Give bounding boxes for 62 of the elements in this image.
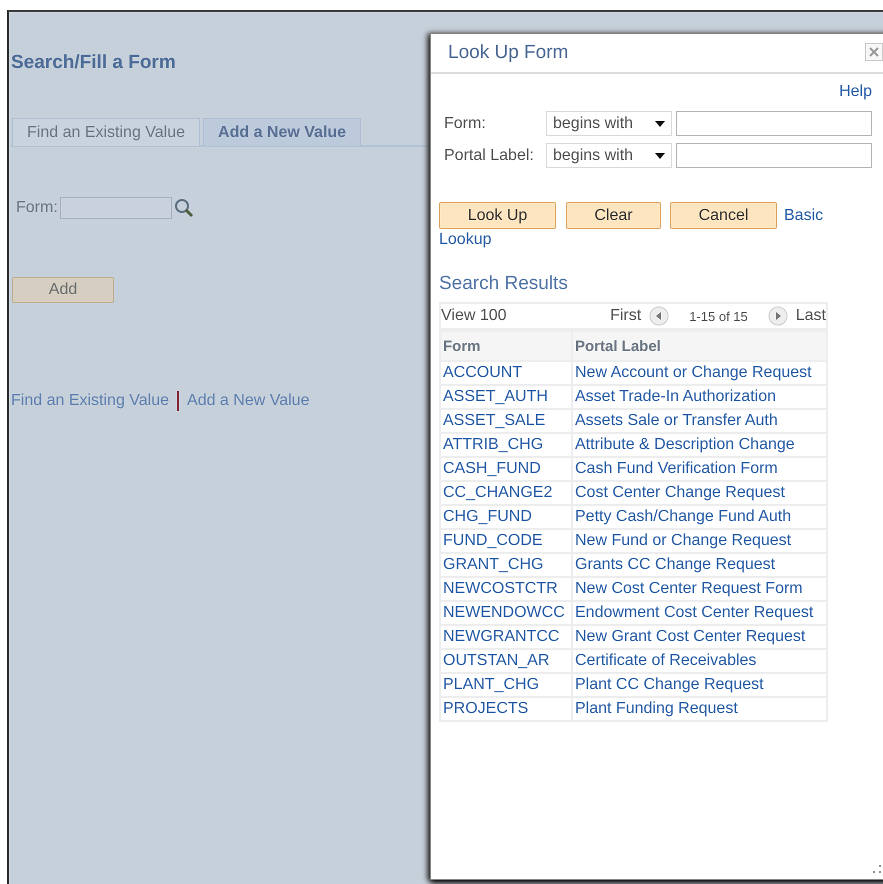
- result-link[interactable]: Petty Cash/Change Fund Auth: [572, 505, 827, 529]
- close-icon: [869, 47, 879, 57]
- result-link[interactable]: Asset Trade-In Authorization: [572, 385, 827, 409]
- result-link[interactable]: Plant Funding Request: [572, 697, 827, 721]
- caret-icon: [655, 120, 665, 126]
- criteria-input[interactable]: [676, 111, 872, 136]
- next-icon[interactable]: [768, 306, 788, 326]
- result-link[interactable]: New Fund or Change Request: [572, 529, 827, 553]
- result-link[interactable]: Plant CC Change Request: [572, 673, 827, 697]
- result-link[interactable]: New Account or Change Request: [572, 361, 827, 385]
- close-button[interactable]: [865, 43, 883, 61]
- lookup-button[interactable]: Look Up: [439, 202, 556, 230]
- first-link[interactable]: First: [610, 307, 642, 325]
- result-link[interactable]: ASSET_AUTH: [440, 385, 572, 409]
- column-header: Form: [440, 331, 572, 361]
- result-link[interactable]: Grants CC Change Request: [572, 553, 827, 577]
- previous-icon[interactable]: [649, 306, 670, 326]
- result-link[interactable]: ATTRIB_CHG: [440, 433, 572, 457]
- last-link[interactable]: Last: [796, 307, 826, 325]
- result-link[interactable]: Cost Center Change Request: [572, 481, 827, 505]
- result-link[interactable]: NEWCOSTCTR: [440, 577, 572, 601]
- cancel-button[interactable]: Cancel: [670, 202, 777, 230]
- criteria-label: Form:: [444, 114, 487, 132]
- result-link[interactable]: PROJECTS: [440, 697, 572, 721]
- criteria-input[interactable]: [676, 143, 872, 168]
- result-link[interactable]: Cash Fund Verification Form: [572, 457, 827, 481]
- operator-dropdown[interactable]: begins with: [546, 111, 672, 136]
- criteria-label: Portal Label:: [444, 146, 535, 164]
- column-header: Portal Label: [572, 331, 827, 361]
- result-link[interactable]: Assets Sale or Transfer Auth: [572, 409, 827, 433]
- basic-lookup-link[interactable]: Lookup: [439, 230, 492, 250]
- operator-dropdown[interactable]: begins with: [546, 143, 672, 168]
- dialog-title: Look Up Form: [448, 42, 568, 64]
- result-link[interactable]: CHG_FUND: [440, 505, 572, 529]
- form-input[interactable]: [60, 197, 172, 219]
- result-link[interactable]: Certificate of Receivables: [572, 649, 827, 673]
- results-heading: Search Results: [439, 273, 569, 295]
- resize-grip-icon[interactable]: [873, 865, 881, 873]
- view-all-link[interactable]: View 100: [441, 307, 507, 325]
- result-link[interactable]: NEWENDOWCC: [440, 601, 572, 625]
- add-button[interactable]: Add: [12, 277, 114, 303]
- result-link[interactable]: CC_CHANGE2: [440, 481, 572, 505]
- result-link[interactable]: CASH_FUND: [440, 457, 572, 481]
- result-link[interactable]: ASSET_SALE: [440, 409, 572, 433]
- search-icon[interactable]: [174, 198, 194, 218]
- clear-button[interactable]: Clear: [566, 202, 661, 230]
- result-link[interactable]: NEWGRANTCC: [440, 625, 572, 649]
- result-link[interactable]: GRANT_CHG: [440, 553, 572, 577]
- page-title: Search/Fill a Form: [11, 52, 176, 74]
- result-link[interactable]: ACCOUNT: [440, 361, 572, 385]
- row-range: 1-15 of 15: [689, 308, 748, 324]
- result-link[interactable]: Attribute & Description Change: [572, 433, 827, 457]
- help-link[interactable]: Help: [839, 83, 872, 101]
- result-link[interactable]: Endowment Cost Center Request: [572, 601, 827, 625]
- caret-icon: [655, 152, 665, 158]
- result-link[interactable]: OUTSTAN_AR: [440, 649, 572, 673]
- result-link[interactable]: New Cost Center Request Form: [572, 577, 827, 601]
- result-link[interactable]: FUND_CODE: [440, 529, 572, 553]
- result-link[interactable]: PLANT_CHG: [440, 673, 572, 697]
- basic-lookup-link[interactable]: Basic: [784, 207, 824, 224]
- result-link[interactable]: New Grant Cost Center Request: [572, 625, 827, 649]
- form-label: Form:: [16, 199, 58, 217]
